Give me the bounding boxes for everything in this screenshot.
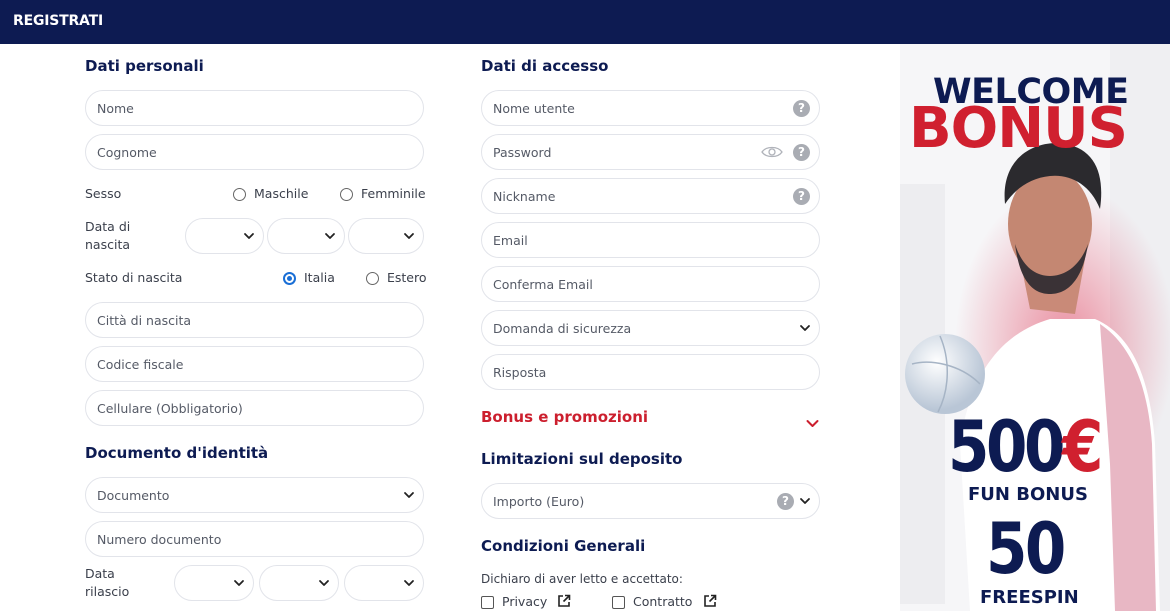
chevron-down-icon [403,230,415,242]
external-link-icon[interactable] [557,594,571,608]
radio-estero-label: Estero [387,270,427,285]
nascita-year-select[interactable] [348,218,424,254]
help-icon[interactable]: ? [793,100,810,117]
cellulare-placeholder: Cellulare (Obbligatorio) [97,401,243,416]
numero-documento-input[interactable]: Numero documento [85,521,424,557]
bonus-currency: € [1062,406,1103,488]
chevron-down-icon [243,230,255,242]
limits-section-title: Limitazioni sul deposito [481,450,683,468]
password-input[interactable]: Password ? [481,134,820,170]
radio-italia[interactable] [283,272,296,285]
conditions-section-title: Condizioni Generali [481,537,646,555]
top-bar: REGISTRATI [0,0,1170,44]
bonus-text: BONUS [909,96,1128,161]
document-section-title: Documento d'identità [85,444,269,462]
nascita-day-select[interactable] [185,218,264,254]
nome-utente-placeholder: Nome utente [493,101,575,116]
chevron-down-icon [233,577,245,589]
dichiaro-text: Dichiaro di aver letto e accettato: [481,572,683,586]
chevron-down-icon[interactable] [805,416,820,431]
chevron-down-icon [324,230,336,242]
contratto-checkbox[interactable] [612,596,625,609]
chevron-down-icon [799,322,811,334]
personal-section-title: Dati personali [85,57,204,75]
help-icon[interactable]: ? [777,493,794,510]
chevron-down-icon [403,489,415,501]
documento-select[interactable]: Documento [85,477,424,513]
rilascio-day-select[interactable] [174,565,254,601]
radio-femminile-label: Femminile [361,186,426,201]
help-icon[interactable]: ? [793,144,810,161]
access-section-title: Dati di accesso [481,57,609,75]
cognome-placeholder: Cognome [97,145,157,160]
stato-nascita-label: Stato di nascita [85,270,183,285]
page-title: REGISTRATI [13,13,103,29]
radio-femminile[interactable] [340,188,353,201]
chevron-down-icon [403,577,415,589]
chevron-down-icon [799,495,811,507]
codice-fiscale-input[interactable]: Codice fiscale [85,346,424,382]
conferma-email-input[interactable]: Conferma Email [481,266,820,302]
freespin-text: FREESPIN [980,587,1079,608]
radio-italia-label: Italia [304,270,335,285]
citta-nascita-input[interactable]: Città di nascita [85,302,424,338]
data-rilascio-label-2: rilascio [85,584,130,599]
external-link-icon[interactable] [703,594,717,608]
radio-maschile[interactable] [233,188,246,201]
nickname-input[interactable]: Nickname ? [481,178,820,214]
importo-placeholder: Importo (Euro) [493,494,585,509]
radio-estero[interactable] [366,272,379,285]
citta-placeholder: Città di nascita [97,313,192,328]
data-rilascio-label-1: Data [85,566,115,581]
password-placeholder: Password [493,145,552,160]
risposta-input[interactable]: Risposta [481,354,820,390]
rilascio-month-select[interactable] [259,565,339,601]
help-icon[interactable]: ? [793,188,810,205]
conferma-placeholder: Conferma Email [493,277,593,292]
freespin-count: 50 [986,508,1066,590]
data-nascita-label-2: nascita [85,237,131,252]
cognome-input[interactable]: Cognome [85,134,424,170]
radio-maschile-label: Maschile [254,186,309,201]
chevron-down-icon [318,577,330,589]
privacy-label: Privacy [502,594,548,609]
contratto-label: Contratto [633,594,693,609]
bonus-section-toggle[interactable]: Bonus e promozioni [481,408,648,426]
domanda-placeholder: Domanda di sicurezza [493,321,632,336]
welcome-bonus-banner[interactable]: WELCOME BONUS 500€ FUN BONUS 50 FREESPIN [900,44,1170,611]
domanda-sicurezza-select[interactable]: Domanda di sicurezza [481,310,820,346]
nome-input[interactable]: Nome [85,90,424,126]
codice-placeholder: Codice fiscale [97,357,184,372]
documento-placeholder: Documento [97,488,170,503]
cellulare-input[interactable]: Cellulare (Obbligatorio) [85,390,424,426]
email-placeholder: Email [493,233,528,248]
fun-bonus-text: FUN BONUS [968,484,1088,505]
rilascio-year-select[interactable] [344,565,424,601]
data-nascita-label-1: Data di [85,219,131,234]
email-input[interactable]: Email [481,222,820,258]
numero-placeholder: Numero documento [97,532,222,547]
nome-utente-input[interactable]: Nome utente ? [481,90,820,126]
bonus-amount: 500€ [948,406,1103,488]
importo-select[interactable]: Importo (Euro) ? [481,483,820,519]
sesso-label: Sesso [85,186,122,201]
eye-icon[interactable] [761,145,783,159]
bonus-amount-value: 500 [948,406,1065,488]
nickname-placeholder: Nickname [493,189,556,204]
nascita-month-select[interactable] [267,218,345,254]
risposta-placeholder: Risposta [493,365,547,380]
nome-placeholder: Nome [97,101,134,116]
privacy-checkbox[interactable] [481,596,494,609]
